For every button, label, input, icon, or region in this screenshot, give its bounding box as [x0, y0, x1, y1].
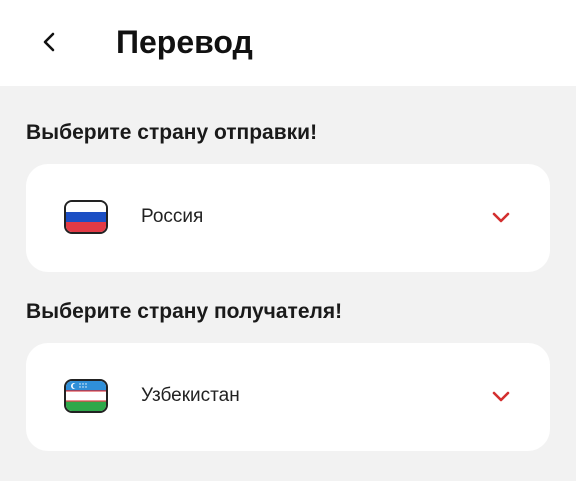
- sender-country-label: Выберите страну отправки!: [26, 121, 318, 144]
- recipient-country-name: Узбекистан: [141, 385, 240, 406]
- recipient-country-select[interactable]: Узбекистан: [26, 343, 550, 451]
- sender-country-select[interactable]: Россия: [26, 164, 550, 272]
- app-header: Перевод: [0, 0, 576, 86]
- chevron-down-icon: [492, 391, 510, 402]
- page-title: Перевод: [116, 24, 253, 60]
- uzbekistan-flag-icon: [64, 379, 108, 413]
- chevron-down-icon: [492, 212, 510, 223]
- sender-country-name: Россия: [141, 206, 204, 227]
- russia-flag-icon: [64, 200, 108, 234]
- chevron-left-icon: [43, 32, 55, 52]
- back-button[interactable]: [30, 22, 70, 62]
- recipient-country-label: Выберите страну получателя!: [26, 300, 343, 323]
